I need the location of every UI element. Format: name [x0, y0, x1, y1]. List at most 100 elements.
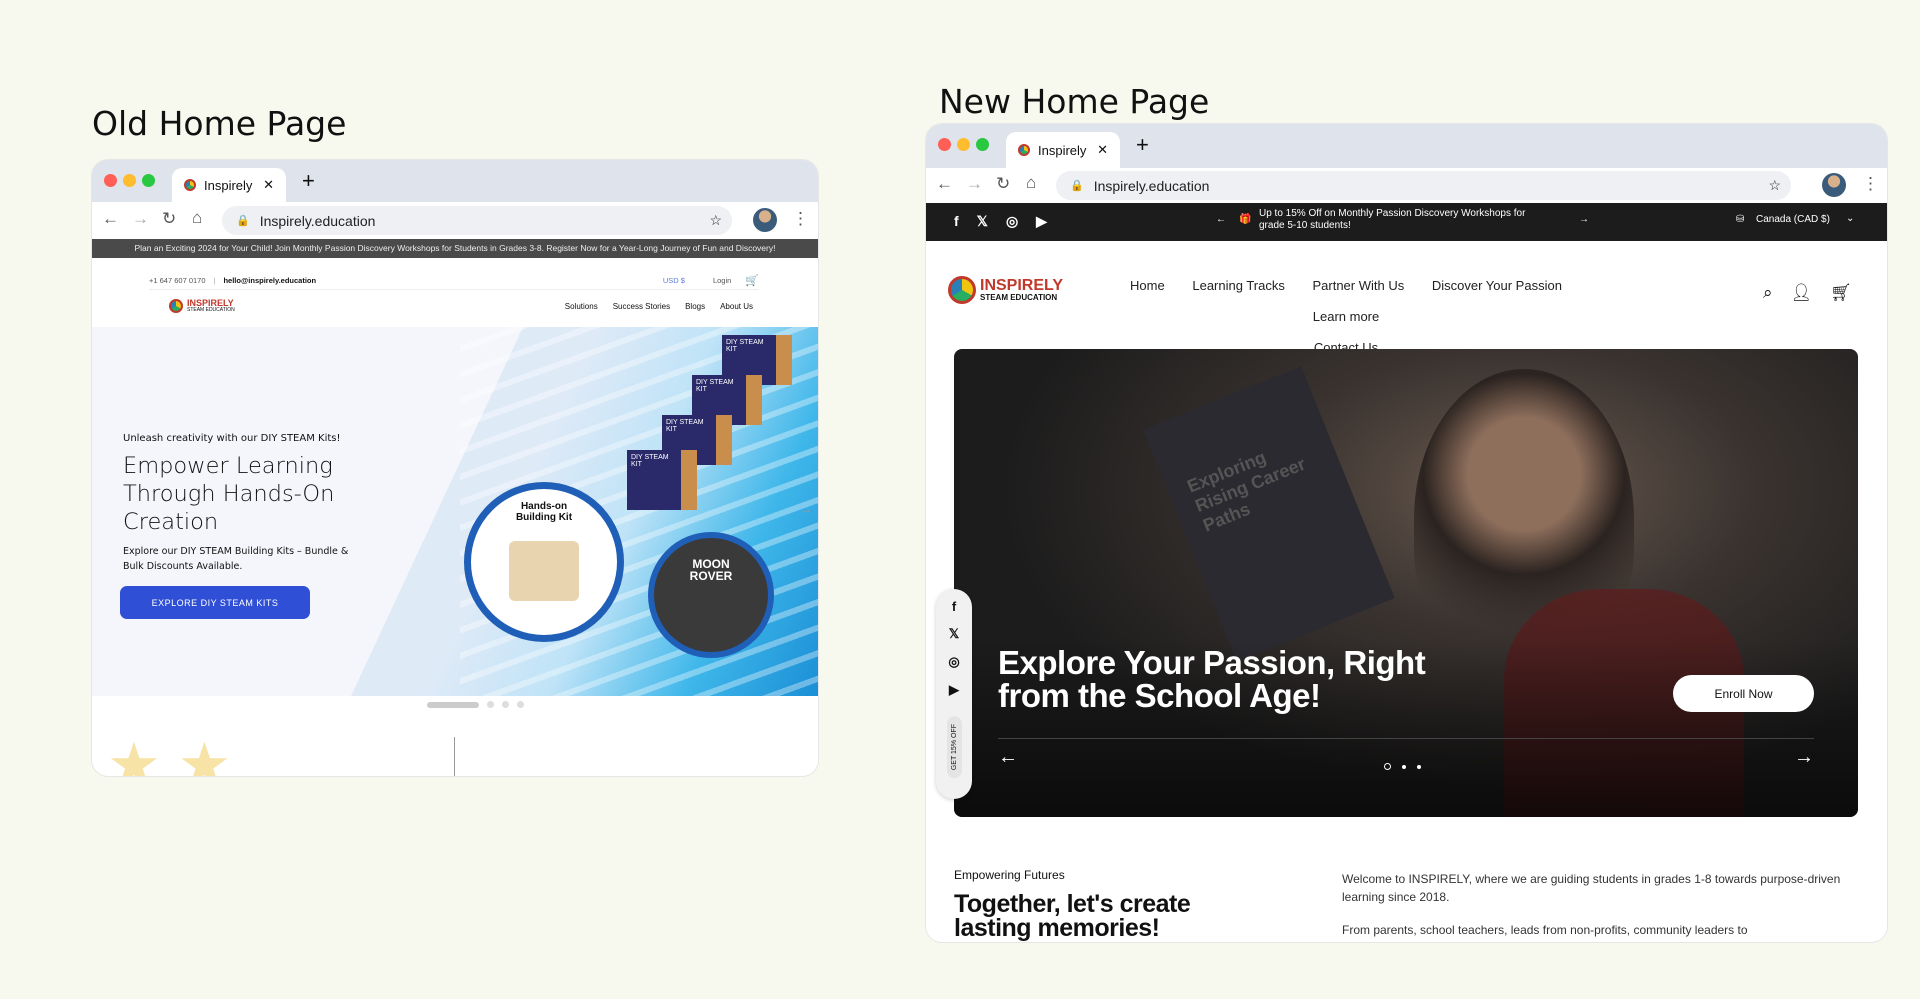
nav-partner-with-us[interactable]: Partner With Us [1312, 278, 1404, 293]
menu-kebab-icon[interactable]: ⋮ [1862, 174, 1879, 194]
carousel-dot-active[interactable] [427, 701, 479, 708]
youtube-icon[interactable]: ▶ [949, 682, 959, 698]
minimize-window-button[interactable] [957, 138, 970, 151]
hero-banner: DIY STEAM KIT DIY STEAM KIT DIY STEAM KI… [92, 327, 818, 696]
promo-prev-icon[interactable]: ← [1216, 214, 1226, 225]
account-icon[interactable]: 👤︎ [1791, 283, 1813, 303]
chevron-down-icon[interactable]: ⌄ [1846, 213, 1854, 224]
cart-icon[interactable]: 🛒 [745, 274, 759, 287]
browser-tab[interactable]: Inspirely ✕ [172, 168, 286, 202]
get-discount-tab[interactable]: GET 15% OFF [946, 716, 962, 779]
minimize-window-button[interactable] [123, 174, 136, 187]
hero-eyebrow: Unleash creativity with our DIY STEAM Ki… [123, 433, 341, 444]
carousel-dots [427, 701, 524, 708]
header-actions: ⌕ 👤︎ 🛒︎ [1763, 283, 1852, 303]
profile-avatar[interactable] [753, 208, 777, 232]
nav-home[interactable]: Home [1130, 278, 1165, 293]
youtube-icon[interactable]: ▶ [1036, 213, 1047, 230]
gift-icon: 🎁 [1239, 214, 1252, 225]
nav-discover-your-passion[interactable]: Discover Your Passion [1432, 278, 1562, 293]
carousel-dot[interactable] [1402, 764, 1406, 769]
home-icon[interactable]: ⌂ [192, 208, 202, 228]
bookmark-star-icon[interactable]: ☆ [1768, 177, 1781, 194]
url-input[interactable]: 🔒 Inspirely.education ☆ [222, 206, 732, 235]
career-book-image: Exploring Rising Career Paths [1143, 366, 1395, 662]
hero-title: Explore Your Passion, Right from the Sch… [998, 644, 1426, 714]
hero-banner: Exploring Rising Career Paths Explore Yo… [954, 349, 1858, 817]
profile-avatar[interactable] [1822, 173, 1846, 197]
address-bar-row: ← → ↻ ⌂ 🔒 Inspirely.education ☆ ⋮ [926, 168, 1887, 203]
section-paragraph: From parents, school teachers, leads fro… [1342, 923, 1748, 937]
instagram-icon[interactable]: ◎ [1006, 213, 1018, 230]
hero-text: Unleash creativity with our DIY STEAM Ki… [123, 433, 363, 574]
favicon-icon [184, 179, 196, 191]
url-text: Inspirely.education [259, 212, 376, 229]
forward-icon[interactable]: → [132, 209, 149, 229]
back-icon[interactable]: ← [102, 209, 119, 229]
close-tab-icon[interactable]: ✕ [263, 177, 274, 193]
star-decoration-icon: ★ ★ [107, 731, 232, 777]
x-icon[interactable]: 𝕏 [977, 213, 988, 230]
close-tab-icon[interactable]: ✕ [1097, 142, 1108, 158]
nav-learning-tracks[interactable]: Learning Tracks [1192, 278, 1285, 293]
old-home-heading: Old Home Page [92, 104, 347, 143]
email-link[interactable]: hello@inspirely.education [223, 276, 316, 285]
reload-icon[interactable]: ↻ [996, 174, 1010, 194]
bookmark-star-icon[interactable]: ☆ [709, 212, 722, 229]
section-title: Together, let's create lasting memories! [954, 890, 1191, 942]
section-eyebrow: Empowering Futures [954, 868, 1065, 882]
currency-selector[interactable]: USD $ [663, 276, 685, 285]
new-tab-button[interactable]: + [1136, 132, 1149, 158]
x-icon[interactable]: 𝕏 [949, 626, 959, 642]
url-text: Inspirely.education [1093, 177, 1210, 194]
nav-solutions[interactable]: Solutions [565, 302, 598, 311]
back-icon[interactable]: ← [936, 174, 953, 194]
search-icon[interactable]: ⌕ [1763, 283, 1773, 303]
hero-prev-arrow-icon[interactable]: ← [998, 746, 1018, 769]
nav-about-us[interactable]: About Us [720, 302, 753, 311]
carousel-dot[interactable] [1417, 764, 1421, 769]
nav-learn-more[interactable]: Learn more [1313, 309, 1379, 324]
facebook-icon[interactable]: f [952, 599, 956, 614]
login-link[interactable]: Login [713, 276, 731, 285]
section-paragraph: Welcome to INSPIRELY, where we are guidi… [1342, 872, 1841, 904]
maximize-window-button[interactable] [976, 138, 989, 151]
new-tab-button[interactable]: + [302, 168, 315, 194]
tab-strip: Inspirely ✕ + [926, 124, 1887, 168]
region-selector[interactable]: Canada (CAD $) [1756, 214, 1830, 225]
logo[interactable]: INSPIRELY STEAM EDUCATION [948, 276, 1063, 304]
logo[interactable]: INSPIRELY STEAM EDUCATION [169, 299, 235, 313]
facebook-icon[interactable]: f [954, 213, 959, 230]
carousel-dot[interactable] [502, 701, 509, 708]
floating-social-bar: f 𝕏 ◎ ▶ GET 15% OFF [936, 589, 972, 799]
maximize-window-button[interactable] [142, 174, 155, 187]
hero-next-arrow-icon[interactable]: → [1794, 746, 1814, 769]
tab-strip: Inspirely ✕ + [92, 160, 818, 202]
browser-tab[interactable]: Inspirely ✕ [1006, 132, 1120, 168]
close-window-button[interactable] [938, 138, 951, 151]
forward-icon[interactable]: → [966, 174, 983, 194]
cart-icon[interactable]: 🛒︎ [1830, 283, 1852, 303]
favicon-icon [1018, 144, 1030, 156]
carousel-dot-active[interactable] [1384, 763, 1391, 770]
nav-blogs[interactable]: Blogs [685, 302, 705, 311]
instagram-icon[interactable]: ◎ [948, 654, 959, 670]
carousel-next-icon[interactable]: → [800, 502, 812, 516]
logo-icon [169, 299, 183, 313]
carousel-dot[interactable] [487, 701, 494, 708]
home-icon[interactable]: ⌂ [1026, 173, 1036, 193]
explore-kits-button[interactable]: EXPLORE DIY STEAM KITS [120, 586, 310, 619]
menu-kebab-icon[interactable]: ⋮ [792, 209, 809, 229]
old-browser-window: Inspirely ✕ + ← → ↻ ⌂ 🔒 Inspirely.educat… [92, 160, 818, 776]
promo-next-icon[interactable]: → [1579, 214, 1589, 225]
nav-success-stories[interactable]: Success Stories [613, 302, 670, 311]
lock-icon: 🔒 [1070, 180, 1084, 192]
new-browser-window: Inspirely ✕ + ← → ↻ ⌂ 🔒 Inspirely.educat… [926, 124, 1887, 942]
carousel-dot[interactable] [517, 701, 524, 708]
close-window-button[interactable] [104, 174, 117, 187]
kit-boxes-image: DIY STEAM KIT DIY STEAM KIT DIY STEAM KI… [612, 335, 812, 510]
url-input[interactable]: 🔒 Inspirely.education ☆ [1056, 171, 1791, 200]
hands-on-kit-circle: Hands-on Building Kit [464, 482, 624, 642]
reload-icon[interactable]: ↻ [162, 209, 176, 229]
enroll-now-button[interactable]: Enroll Now [1673, 675, 1814, 712]
